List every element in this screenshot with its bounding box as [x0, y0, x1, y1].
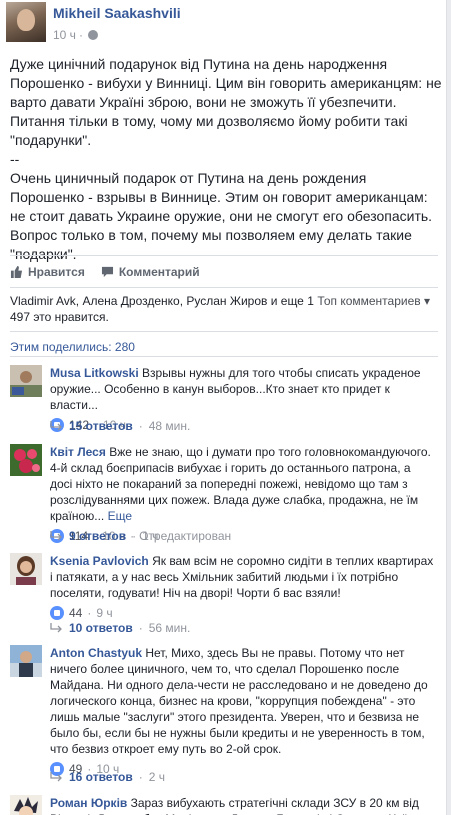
commenter-name[interactable]: Квіт Леся	[50, 445, 106, 459]
likes-summary: Vladimir Avk, Алена Дрозденко, Руслан Жи…	[10, 293, 438, 325]
author-avatar[interactable]	[6, 2, 46, 42]
replies-link[interactable]: 16 ответов · 2 ч	[50, 770, 165, 784]
divider	[10, 255, 438, 256]
commenter-name[interactable]: Anton Chastyuk	[50, 646, 142, 660]
post-header: Mikheil Saakashvili 10 ч ·	[4, 2, 444, 48]
globe-icon	[87, 30, 98, 40]
post-time[interactable]: 10 ч	[53, 28, 76, 42]
reply-arrow-icon	[50, 623, 62, 633]
post-meta: 10 ч ·	[53, 28, 98, 42]
commenter-name[interactable]: Роман Юрків	[50, 796, 127, 810]
post-paragraph: Питання тільки в тому, чому ми дозволяєм…	[10, 113, 412, 148]
commenter-name[interactable]: Ksenia Pavlovich	[50, 554, 149, 568]
replies-link[interactable]: 10 ответов · 56 мин.	[50, 621, 190, 635]
divider	[10, 287, 438, 288]
divider	[10, 331, 438, 332]
commenter-name[interactable]: Musa Litkowski	[50, 366, 139, 380]
top-comments-dropdown[interactable]: Топ комментариев ▾	[317, 293, 430, 309]
comment-text: Нет, Михо, здесь Вы не правы. Потому что…	[50, 646, 428, 756]
commenter-avatar[interactable]	[10, 553, 42, 585]
post-body: Дуже цинічний подарунок від Путина на де…	[10, 55, 442, 264]
post-paragraph: Дуже цинічний подарунок від Путина на де…	[10, 56, 446, 110]
replies-link[interactable]: 15 ответов · 48 мин.	[50, 419, 190, 433]
divider	[10, 356, 438, 357]
commenter-avatar[interactable]	[10, 645, 42, 677]
reply-arrow-icon	[50, 772, 62, 782]
post-separator: --	[10, 151, 20, 167]
reply-arrow-icon	[50, 531, 62, 541]
reply-arrow-icon	[50, 421, 62, 431]
commenter-avatar[interactable]	[10, 444, 42, 476]
thumbs-up-icon	[10, 266, 23, 278]
commenter-avatar[interactable]	[10, 365, 42, 397]
like-button[interactable]: Нравится	[10, 265, 85, 279]
author-name[interactable]: Mikheil Saakashvili	[53, 5, 181, 21]
see-more-link[interactable]: Еще	[108, 509, 132, 523]
commenter-avatar[interactable]	[10, 795, 42, 815]
comment-button[interactable]: Комментарий	[101, 265, 200, 279]
likes-text[interactable]: Vladimir Avk, Алена Дрозденко, Руслан Жи…	[10, 293, 320, 325]
shares-count[interactable]: Этим поделились: 280	[10, 340, 135, 354]
comment-like-count[interactable]: 44	[69, 605, 82, 621]
replies-link[interactable]: 9 ответов · 1 ч	[50, 529, 158, 543]
post-paragraph: Очень циничный подарок от Путина на день…	[10, 170, 433, 224]
like-badge-icon	[50, 606, 64, 620]
post-actions: Нравится Комментарий	[10, 259, 436, 285]
facebook-post-card: Mikheil Saakashvili 10 ч · Дуже цинічний…	[0, 0, 447, 815]
comment-meta: 44 · 9 ч	[50, 605, 435, 621]
comment-icon	[101, 266, 113, 278]
comment-time[interactable]: 9 ч	[96, 605, 112, 621]
